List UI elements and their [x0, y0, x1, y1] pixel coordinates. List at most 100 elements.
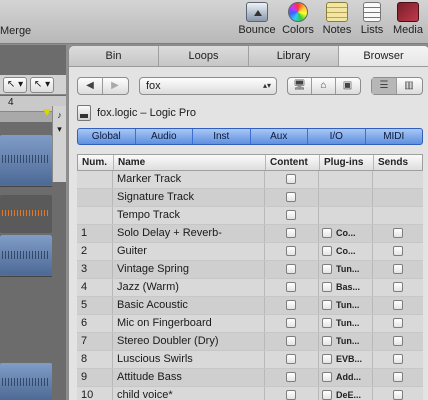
table-row[interactable]: Tempo Track: [77, 207, 423, 225]
sends-checkbox[interactable]: [393, 390, 403, 400]
content-checkbox[interactable]: [286, 228, 296, 238]
content-checkbox[interactable]: [286, 246, 296, 256]
filter-inst[interactable]: Inst: [193, 129, 251, 144]
content-checkbox[interactable]: [286, 282, 296, 292]
chevron-down-icon[interactable]: ▾: [53, 124, 66, 135]
table-row[interactable]: 6 Mic on Fingerboard Tun...: [77, 315, 423, 333]
column-content[interactable]: Content: [266, 155, 320, 170]
audio-region[interactable]: [0, 195, 52, 233]
row-name: Mic on Fingerboard: [113, 315, 265, 332]
column-num[interactable]: Num.: [78, 155, 114, 170]
midi-note-icon[interactable]: ♪: [53, 110, 66, 120]
filter-audio[interactable]: Audio: [136, 129, 193, 144]
table-row[interactable]: 4 Jazz (Warm) Bas...: [77, 279, 423, 297]
plugins-checkbox[interactable]: [322, 390, 332, 400]
sends-checkbox[interactable]: [393, 246, 403, 256]
computer-icon[interactable]: 🖥: [288, 78, 312, 94]
content-checkbox[interactable]: [286, 174, 296, 184]
bounce-button[interactable]: Bounce: [235, 2, 279, 36]
tab-browser[interactable]: Browser: [339, 46, 428, 66]
table-row[interactable]: 1 Solo Delay + Reverb- Co...: [77, 225, 423, 243]
sends-cell: [373, 225, 423, 242]
plugins-checkbox[interactable]: [322, 246, 332, 256]
plugins-checkbox[interactable]: [322, 300, 332, 310]
content-checkbox[interactable]: [286, 372, 296, 382]
sends-checkbox[interactable]: [393, 318, 403, 328]
table-row[interactable]: 9 Attitude Bass Add...: [77, 369, 423, 387]
sends-cell: [373, 171, 423, 188]
list-view-icon[interactable]: ☰: [372, 78, 397, 94]
pointer-tool-menu[interactable]: ↖ ▾: [3, 77, 27, 93]
tab-library[interactable]: Library: [249, 46, 339, 66]
audio-region[interactable]: [0, 235, 52, 275]
project-icon[interactable]: ▣: [336, 78, 359, 94]
content-checkbox[interactable]: [286, 318, 296, 328]
content-checkbox[interactable]: [286, 210, 296, 220]
forward-button[interactable]: ▶: [103, 78, 127, 94]
content-cell: [265, 207, 319, 224]
content-checkbox[interactable]: [286, 354, 296, 364]
audio-region[interactable]: [0, 135, 52, 185]
table-row[interactable]: Marker Track: [77, 171, 423, 189]
colors-button[interactable]: Colors: [276, 2, 320, 36]
home-icon[interactable]: ⌂: [312, 78, 336, 94]
plugins-cell: Bas...: [319, 279, 373, 296]
tab-bin[interactable]: Bin: [69, 46, 159, 66]
content-checkbox[interactable]: [286, 192, 296, 202]
sends-checkbox[interactable]: [393, 228, 403, 238]
table-row[interactable]: 5 Basic Acoustic Tun...: [77, 297, 423, 315]
location-popup[interactable]: fox ▴▾: [139, 77, 277, 95]
sends-checkbox[interactable]: [393, 354, 403, 364]
table-row[interactable]: 2 Guiter Co...: [77, 243, 423, 261]
plugins-checkbox[interactable]: [322, 282, 332, 292]
content-checkbox[interactable]: [286, 300, 296, 310]
plugins-checkbox[interactable]: [322, 318, 332, 328]
sends-cell: [373, 369, 423, 386]
plugins-checkbox[interactable]: [322, 372, 332, 382]
tab-loops[interactable]: Loops: [159, 46, 249, 66]
column-sends[interactable]: Sends: [374, 155, 422, 170]
table-body: Marker Track Signature Track Tempo Track 1 S…: [77, 171, 423, 400]
plugins-checkbox[interactable]: [322, 336, 332, 346]
table-row[interactable]: 8 Luscious Swirls EVB...: [77, 351, 423, 369]
plugins-checkbox[interactable]: [322, 354, 332, 364]
column-plugins[interactable]: Plug-ins: [320, 155, 374, 170]
plugins-checkbox[interactable]: [322, 228, 332, 238]
filter-aux[interactable]: Aux: [251, 129, 308, 144]
filter-global[interactable]: Global: [78, 129, 136, 144]
content-checkbox[interactable]: [286, 390, 296, 400]
merge-button[interactable]: Merge: [0, 25, 31, 37]
track-table: Num. Name Content Plug-ins Sends Marker …: [77, 154, 423, 400]
sends-checkbox[interactable]: [393, 300, 403, 310]
filter-midi[interactable]: MIDI: [366, 129, 423, 144]
filter-io[interactable]: I/O: [308, 129, 366, 144]
secondary-tool-menu[interactable]: ↖ ▾: [30, 77, 54, 93]
arrange-side-controls: ♪ ▾: [52, 106, 66, 182]
sends-checkbox[interactable]: [393, 264, 403, 274]
table-row[interactable]: 10 child voice* DeE...: [77, 387, 423, 400]
column-name[interactable]: Name: [114, 155, 266, 170]
sends-checkbox[interactable]: [393, 372, 403, 382]
table-row[interactable]: 7 Stereo Doubler (Dry) Tun...: [77, 333, 423, 351]
sends-checkbox[interactable]: [393, 336, 403, 346]
row-num: 1: [77, 225, 113, 242]
table-row[interactable]: 3 Vintage Spring Tun...: [77, 261, 423, 279]
arrange-area[interactable]: ↖ ▾ ↖ ▾ 4 ♪ ▾: [0, 45, 66, 400]
sends-checkbox[interactable]: [393, 282, 403, 292]
plugins-checkbox[interactable]: [322, 264, 332, 274]
plugin-name: DeE...: [336, 390, 362, 400]
sends-cell: [373, 351, 423, 368]
row-num: 6: [77, 315, 113, 332]
table-row[interactable]: Signature Track: [77, 189, 423, 207]
content-checkbox[interactable]: [286, 264, 296, 274]
back-button[interactable]: ◀: [78, 78, 103, 94]
playhead-marker-icon[interactable]: [43, 109, 51, 116]
media-button[interactable]: Media: [386, 2, 428, 36]
table-header: Num. Name Content Plug-ins Sends: [77, 154, 423, 171]
content-cell: [265, 171, 319, 188]
row-num: [77, 207, 113, 224]
content-checkbox[interactable]: [286, 336, 296, 346]
row-num: [77, 189, 113, 206]
column-view-icon[interactable]: ▥: [397, 78, 421, 94]
audio-region[interactable]: [0, 363, 52, 400]
